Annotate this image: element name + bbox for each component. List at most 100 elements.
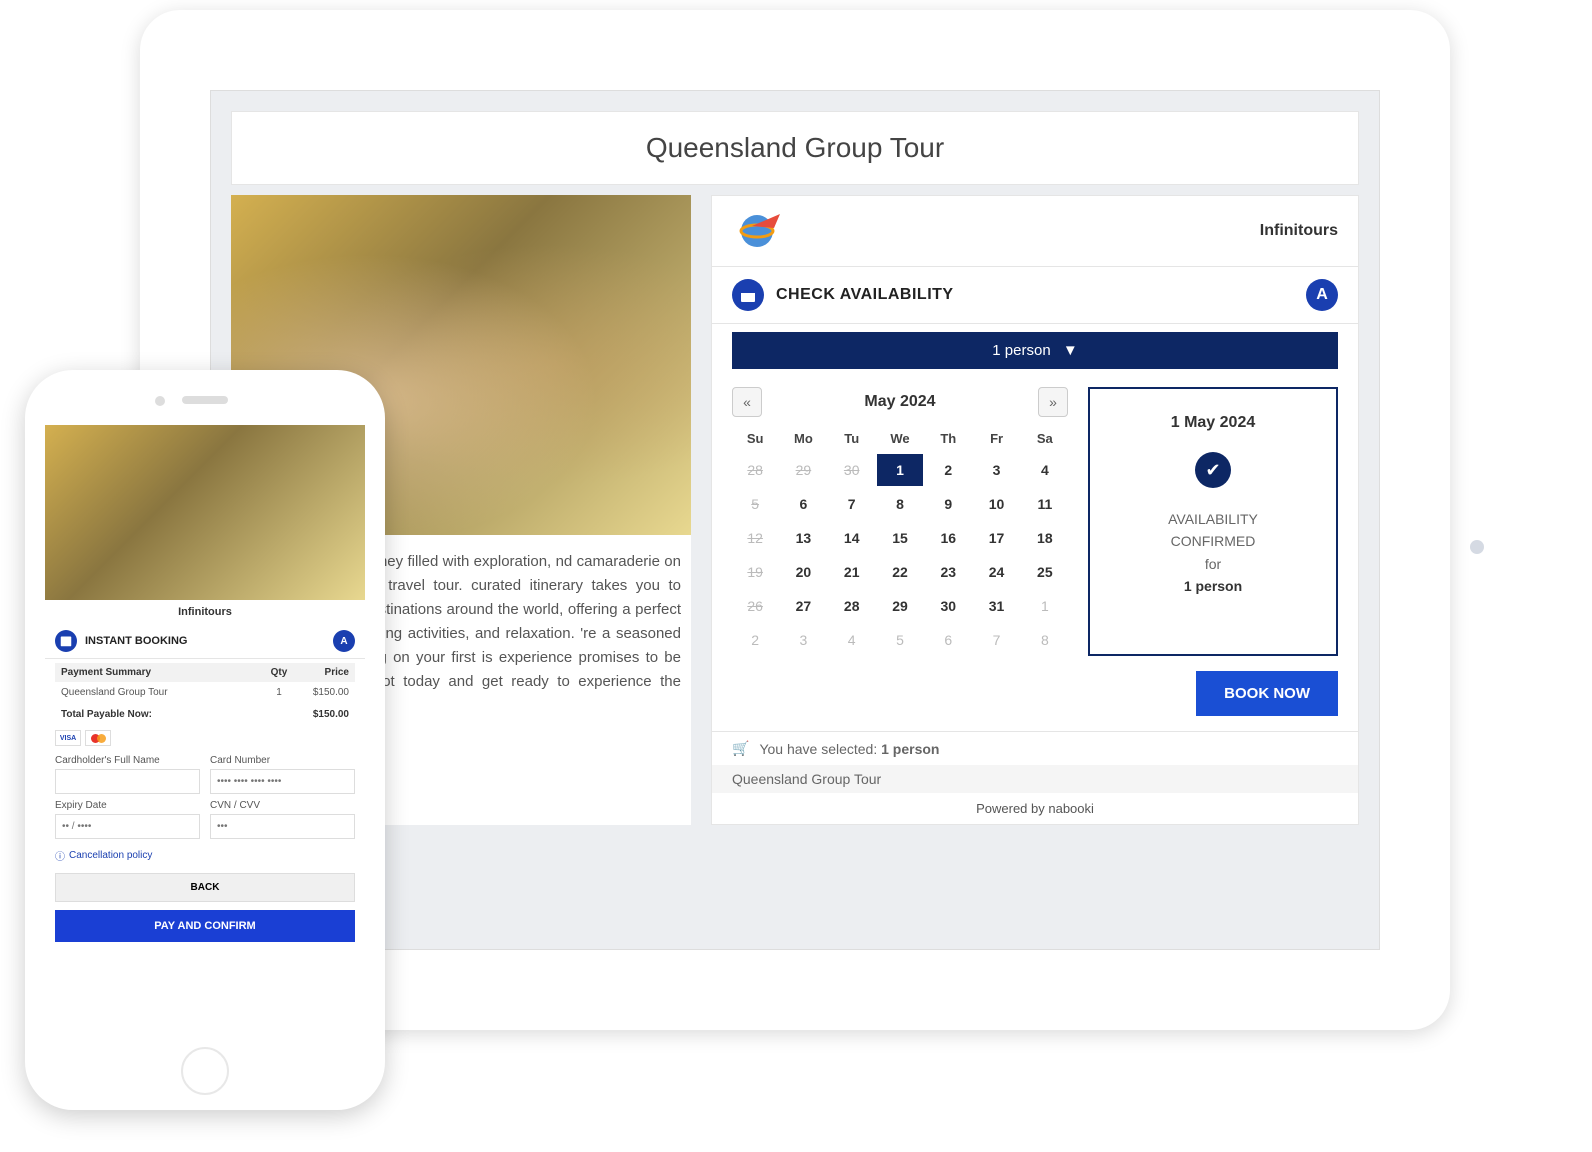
home-button[interactable] [181,1047,229,1095]
calendar-day[interactable]: 28 [829,590,875,622]
check-availability-heading: CHECK AVAILABILITY [776,286,1306,304]
selection-summary: 🛒 You have selected: 1 person [712,731,1358,765]
confirm-line1: AVAILABILITY [1105,508,1321,530]
phone-device: Infinitours INSTANT BOOKING A Payment Su… [25,370,385,1110]
calendar-icon [732,279,764,311]
calendar-month: May 2024 [864,393,935,411]
calendar-day: 28 [732,454,778,486]
back-button[interactable]: BACK [55,873,355,902]
calendar-day[interactable]: 15 [877,522,923,554]
calendar: « May 2024 » SuMoTuWeThFrSa2829301234567… [732,387,1068,656]
expiry-input[interactable] [55,814,200,839]
calendar-day-header: Mo [780,425,826,452]
price-header: Price [294,667,349,678]
selected-date: 1 May 2024 [1105,414,1321,432]
globe-logo-icon [732,206,792,256]
calendar-day[interactable]: 25 [1022,556,1068,588]
person-selector-label: 1 person [992,342,1050,359]
calendar-day: 26 [732,590,778,622]
calendar-day[interactable]: 22 [877,556,923,588]
calendar-day: 2 [732,624,778,656]
calendar-day[interactable]: 27 [780,590,826,622]
cvv-input[interactable] [210,814,355,839]
powered-by: Powered by nabooki [712,793,1358,824]
cvv-label: CVN / CVV [210,800,355,811]
calendar-day: 5 [732,488,778,520]
calendar-day[interactable]: 1 [877,454,923,486]
dot-icon [1470,540,1484,554]
calendar-day: 6 [925,624,971,656]
phone-screen: Infinitours INSTANT BOOKING A Payment Su… [45,425,365,1040]
calendar-day: 12 [732,522,778,554]
person-selector[interactable]: 1 person ▼ [732,332,1338,369]
calendar-day[interactable]: 21 [829,556,875,588]
calendar-day[interactable]: 18 [1022,522,1068,554]
calendar-day[interactable]: 11 [1022,488,1068,520]
calendar-day-header: Su [732,425,778,452]
calendar-day[interactable]: 9 [925,488,971,520]
calendar-day[interactable]: 3 [973,454,1019,486]
cancellation-policy-link[interactable]: ⓘ Cancellation policy [45,842,365,869]
prev-month-button[interactable]: « [732,387,762,417]
check-circle-icon: ✔ [1195,452,1231,488]
calendar-day: 7 [973,624,1019,656]
total-value: $150.00 [294,709,349,720]
caret-down-icon: ▼ [1063,342,1078,359]
calendar-day[interactable]: 20 [780,556,826,588]
calendar-day: 29 [780,454,826,486]
calendar-icon [55,630,77,652]
calendar-day[interactable]: 4 [1022,454,1068,486]
calendar-day: 8 [1022,624,1068,656]
item-price: $150.00 [294,687,349,698]
next-month-button[interactable]: » [1038,387,1068,417]
calendar-day[interactable]: 8 [877,488,923,520]
calendar-day[interactable]: 31 [973,590,1019,622]
phone-brand: Infinitours [45,600,365,624]
cardholder-input[interactable] [55,769,200,794]
calendar-day-header: Th [925,425,971,452]
confirm-line2: CONFIRMED [1105,530,1321,552]
a-badge[interactable]: A [1306,279,1338,311]
calendar-day[interactable]: 23 [925,556,971,588]
a-badge[interactable]: A [333,630,355,652]
book-now-button[interactable]: BOOK NOW [1196,671,1338,716]
calendar-day-header: Sa [1022,425,1068,452]
calendar-day[interactable]: 14 [829,522,875,554]
expiry-label: Expiry Date [55,800,200,811]
tablet-screen: Queensland Group Tour an unforgettable j… [210,90,1380,950]
calendar-day[interactable]: 2 [925,454,971,486]
pay-confirm-button[interactable]: PAY AND CONFIRM [55,910,355,942]
mastercard-icon [85,730,111,746]
calendar-day[interactable]: 17 [973,522,1019,554]
title-bar: Queensland Group Tour [231,111,1359,185]
calendar-day[interactable]: 6 [780,488,826,520]
calendar-day[interactable]: 7 [829,488,875,520]
selected-tour-name: Queensland Group Tour [712,765,1358,793]
instant-booking-heading: INSTANT BOOKING [85,635,333,647]
confirm-person: 1 person [1184,578,1242,594]
confirm-line3: for [1105,553,1321,575]
item-qty: 1 [264,687,294,698]
calendar-day[interactable]: 13 [780,522,826,554]
total-label: Total Payable Now: [61,709,294,720]
visa-icon: VISA [55,730,81,746]
cardnumber-label: Card Number [210,755,355,766]
phone-camera-dot [155,396,165,406]
calendar-day-header: Tu [829,425,875,452]
calendar-day[interactable]: 24 [973,556,1019,588]
calendar-day[interactable]: 29 [877,590,923,622]
calendar-day: 30 [829,454,875,486]
info-icon: ⓘ [55,848,65,863]
availability-confirm-box: 1 May 2024 ✔ AVAILABILITY CONFIRMED for … [1088,387,1338,656]
calendar-day-header: We [877,425,923,452]
calendar-day[interactable]: 10 [973,488,1019,520]
calendar-day[interactable]: 16 [925,522,971,554]
summary-header: Payment Summary [61,667,264,678]
item-name: Queensland Group Tour [61,687,264,698]
calendar-day[interactable]: 30 [925,590,971,622]
brand-name: Infinitours [1260,222,1338,240]
cardnumber-input[interactable] [210,769,355,794]
calendar-day: 4 [829,624,875,656]
cardholder-label: Cardholder's Full Name [55,755,200,766]
page-title: Queensland Group Tour [252,132,1338,164]
